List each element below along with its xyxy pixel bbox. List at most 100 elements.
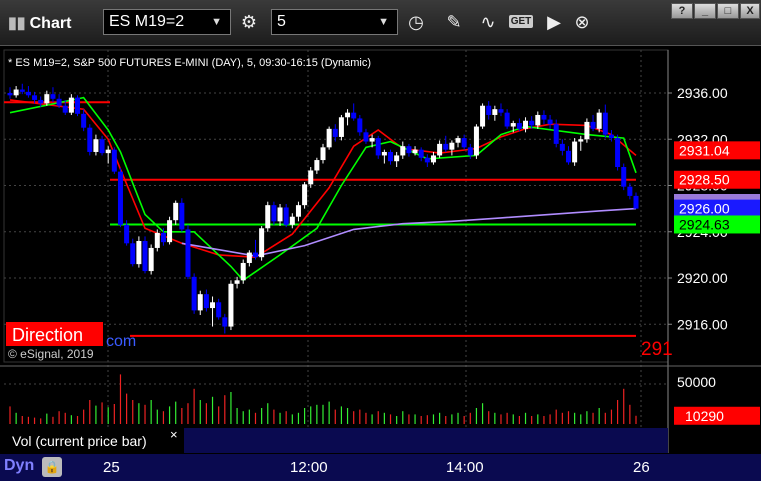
- candle: [203, 289, 209, 312]
- candle: [216, 298, 222, 320]
- candle-body: [222, 317, 228, 327]
- candle-body: [541, 114, 547, 120]
- candle-body: [523, 120, 529, 129]
- volume-label: Vol (current price bar): [12, 433, 147, 449]
- candle-body: [559, 143, 565, 151]
- lock-icon[interactable]: 🔒: [42, 457, 62, 477]
- candle: [130, 238, 136, 267]
- maximize-label: □: [724, 5, 732, 17]
- candle: [265, 201, 271, 232]
- candle-body: [185, 229, 191, 277]
- candle-body: [480, 105, 486, 127]
- candle: [486, 101, 492, 120]
- candle-body: [529, 120, 535, 126]
- get-button[interactable]: GET: [506, 9, 536, 35]
- candle: [302, 182, 308, 209]
- candle-body: [271, 205, 277, 222]
- candle-body: [369, 138, 375, 142]
- candle: [68, 94, 74, 115]
- candle-body: [154, 232, 160, 248]
- candle-body: [345, 112, 351, 118]
- interval-value: 5: [277, 13, 286, 30]
- candle-body: [252, 252, 258, 258]
- candle-body: [504, 112, 510, 127]
- candle-body: [590, 121, 596, 129]
- maximize-button[interactable]: □: [717, 3, 739, 19]
- candle: [295, 201, 301, 222]
- candle-body: [203, 294, 209, 309]
- candle-body: [363, 132, 369, 142]
- candle: [498, 103, 504, 117]
- candle: [381, 149, 387, 164]
- candle: [596, 109, 602, 133]
- clock-icon[interactable]: ◷: [402, 9, 430, 35]
- candle: [443, 135, 449, 152]
- candle-body: [351, 112, 357, 119]
- candle: [584, 118, 590, 143]
- candle-body: [584, 121, 590, 140]
- candle-body: [7, 93, 13, 96]
- candle-body: [105, 149, 111, 154]
- candle: [167, 216, 173, 245]
- candle-body: [283, 207, 289, 225]
- candle-body: [510, 123, 516, 127]
- candle-body: [572, 141, 578, 163]
- watermark-text: Direction: [12, 325, 83, 345]
- candle-body: [486, 105, 492, 115]
- plot-frame: [3, 49, 669, 363]
- candle: [400, 141, 406, 159]
- candle-body: [167, 220, 173, 243]
- volume-close-icon[interactable]: ×: [170, 427, 178, 442]
- candle: [492, 105, 498, 121]
- candle: [406, 143, 412, 157]
- candle-body: [191, 276, 197, 311]
- candle-body: [314, 160, 320, 171]
- play-icon[interactable]: ▶: [540, 9, 568, 35]
- candle: [437, 140, 443, 158]
- candle-body: [578, 139, 584, 142]
- indicator-icon[interactable]: ∿: [474, 9, 502, 35]
- candle: [240, 259, 246, 284]
- dynamic-mode-button[interactable]: Dyn: [4, 457, 34, 475]
- candle: [388, 149, 394, 165]
- interval-select[interactable]: 5 ▼: [271, 9, 398, 35]
- candle-body: [406, 146, 412, 154]
- candle: [7, 87, 13, 99]
- pencil-icon[interactable]: ✎: [440, 9, 468, 35]
- candle-body: [130, 243, 136, 265]
- candle-body: [516, 123, 522, 129]
- candle: [87, 124, 93, 156]
- help-button[interactable]: ?: [671, 3, 693, 19]
- candle-body: [289, 216, 295, 225]
- candle: [314, 157, 320, 174]
- candle-body: [93, 139, 99, 152]
- candle-body: [633, 195, 639, 209]
- candle: [283, 204, 289, 228]
- candle: [615, 134, 621, 171]
- candle: [13, 86, 19, 98]
- close-button[interactable]: X: [740, 3, 760, 19]
- minimize-button[interactable]: _: [694, 3, 716, 19]
- candle-body: [210, 302, 216, 309]
- candle-body: [32, 95, 38, 100]
- toolbar: ▮▮ Chart ES M19=2 ▼ ⚙ 5 ▼ ◷ ✎ ∿ GET ▶ ⊗ ?…: [0, 0, 761, 46]
- app-title-text: Chart: [29, 15, 72, 32]
- app-title: ▮▮ Chart: [8, 13, 71, 33]
- help-label: ?: [678, 5, 686, 17]
- candle-body: [246, 252, 252, 263]
- price-badge-label: 2928.50: [679, 172, 730, 188]
- candle-body: [326, 128, 332, 148]
- close-circle-icon[interactable]: ⊗: [568, 9, 596, 35]
- gear-icon[interactable]: ⚙: [235, 9, 263, 35]
- candle-body: [338, 117, 344, 137]
- candle: [345, 109, 351, 126]
- candle-body: [302, 184, 308, 206]
- candle-body: [473, 126, 479, 156]
- symbol-select[interactable]: ES M19=2 ▼: [103, 9, 231, 35]
- symbol-value: ES M19=2: [109, 13, 185, 30]
- candle-body: [19, 89, 25, 92]
- price-chart[interactable]: 2936.002932.002928.002924.002920.002916.…: [0, 45, 761, 481]
- candle-body: [381, 151, 387, 156]
- candle: [455, 135, 461, 148]
- x-tick-label: 26: [633, 459, 650, 476]
